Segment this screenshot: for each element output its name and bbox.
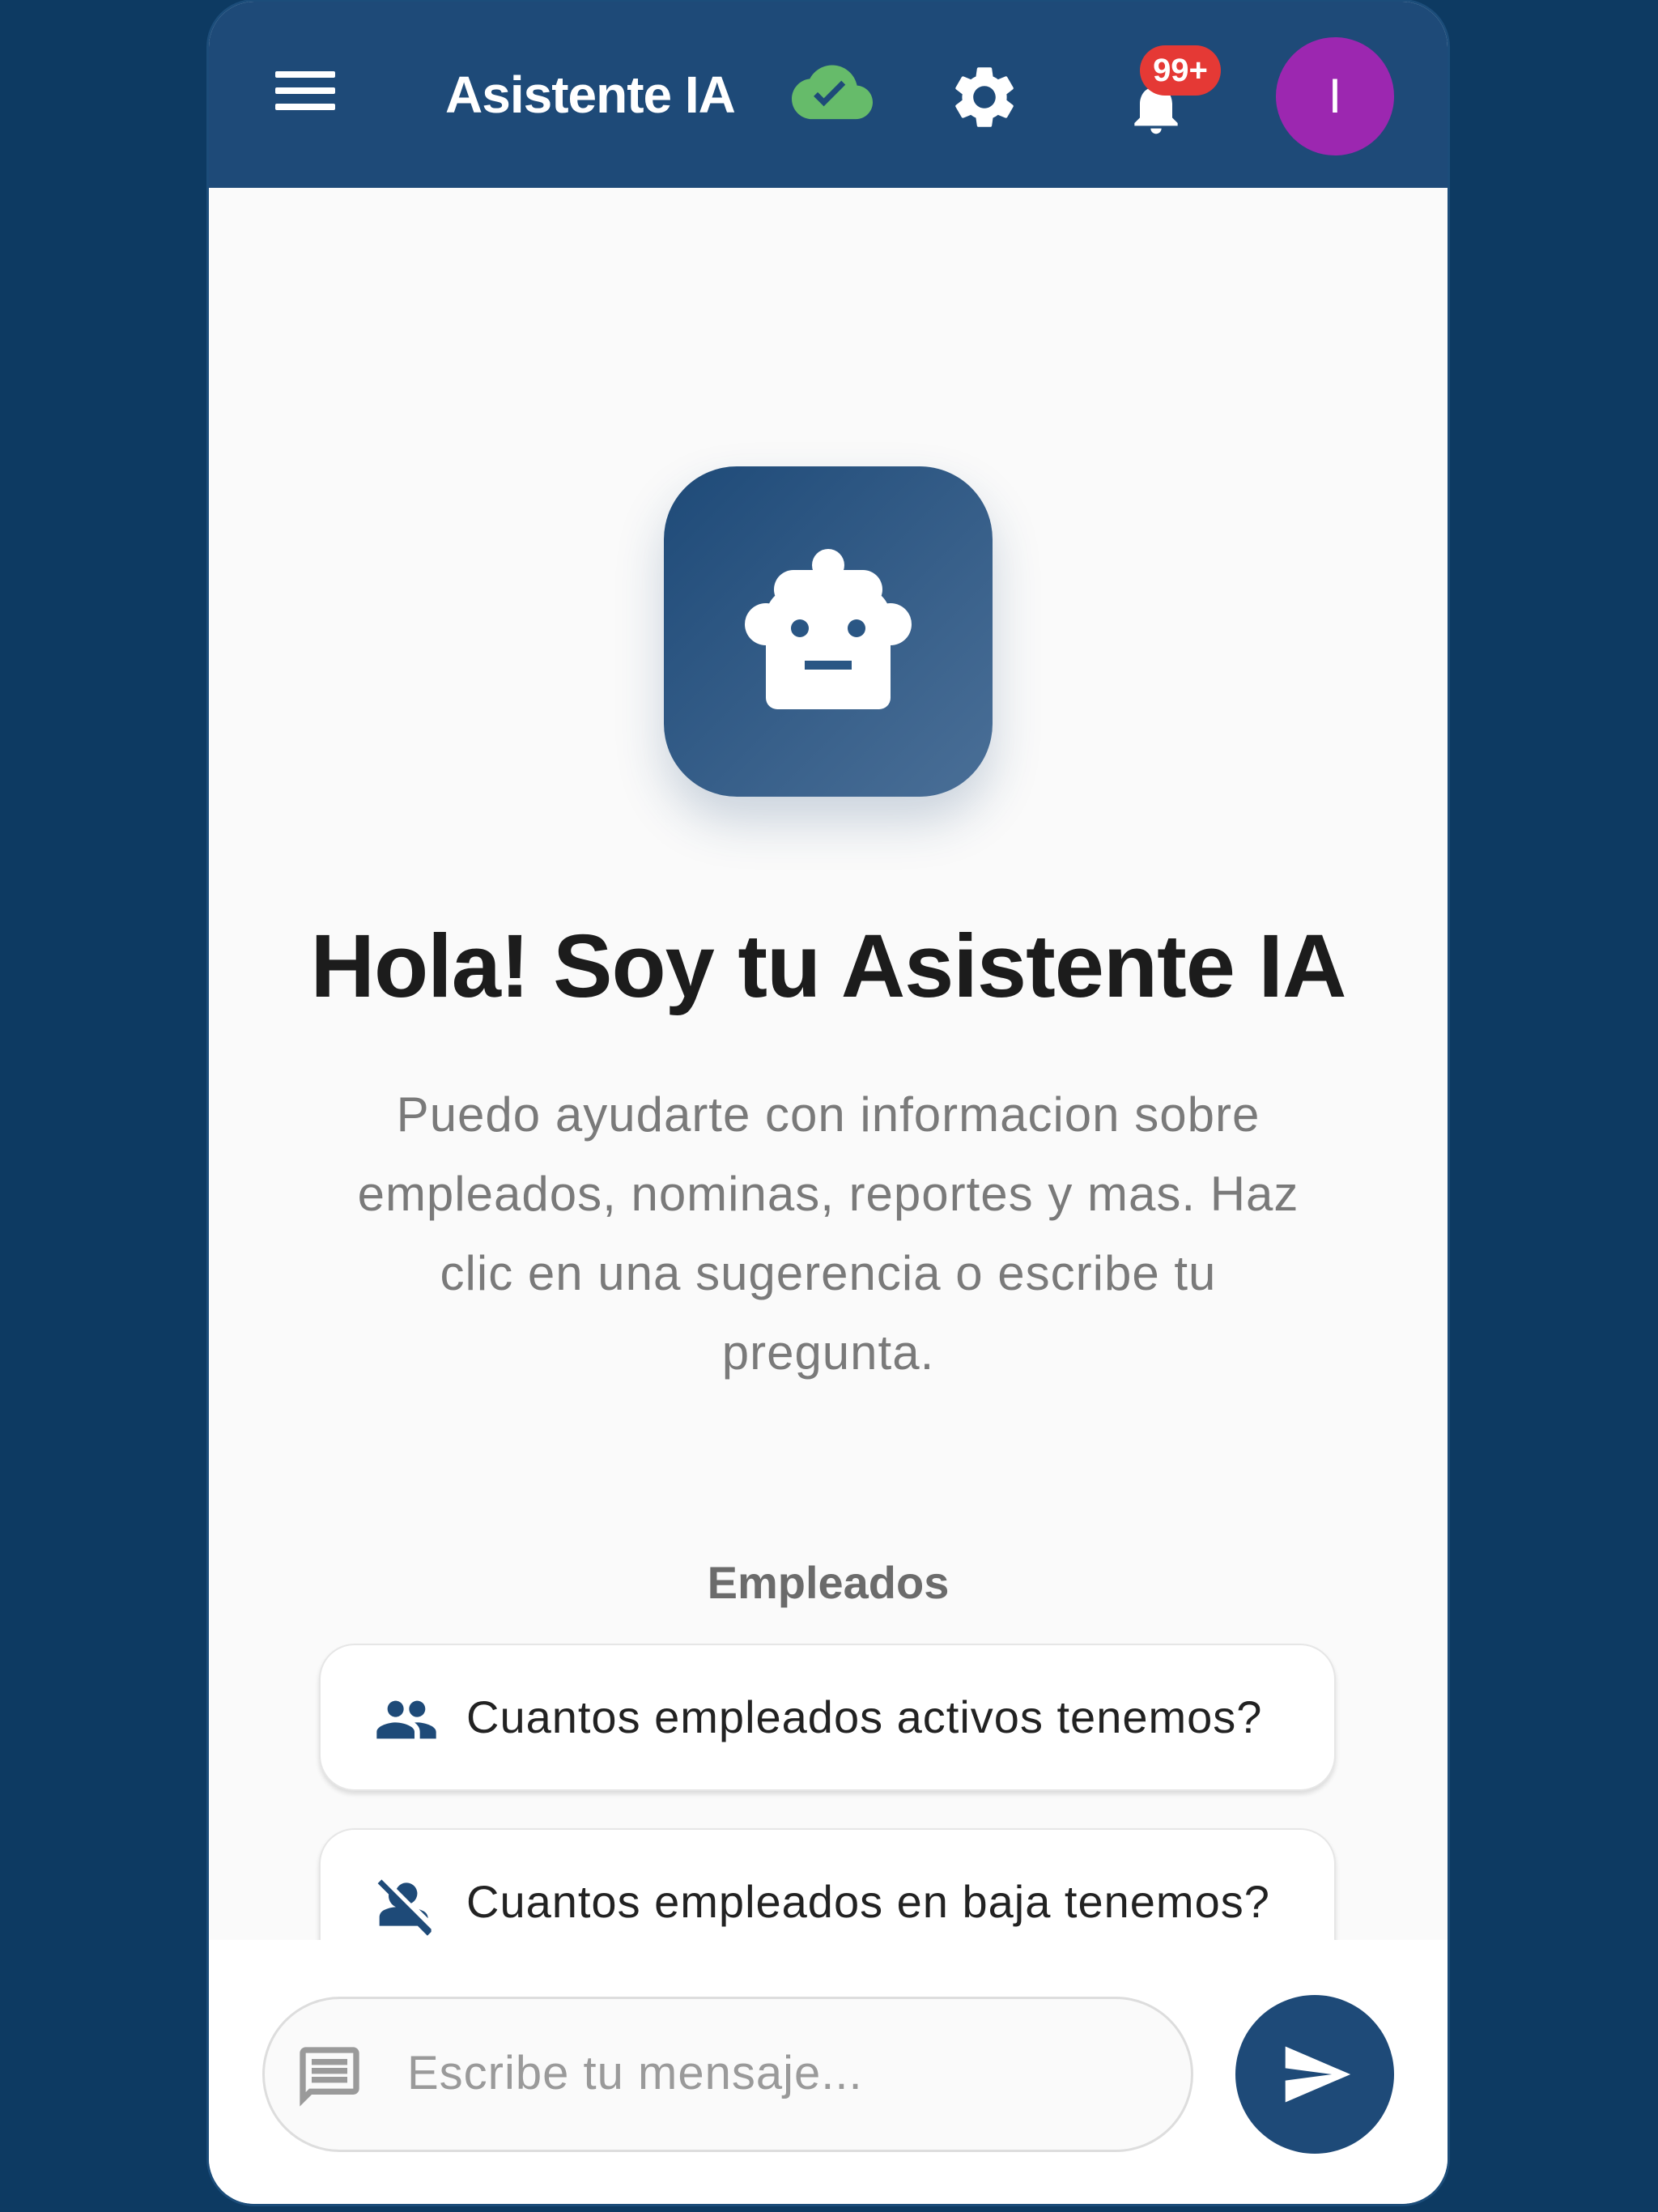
avatar[interactable]: I (1276, 37, 1394, 155)
assistant-logo (664, 466, 993, 797)
message-composer: Escribe tu mensaje... (209, 1940, 1448, 2204)
welcome-title: Hola! Soy tu Asistente IA (310, 917, 1347, 1016)
people-icon (376, 1700, 436, 1739)
app-bar: Asistente IA 99+ I (209, 2, 1448, 188)
gear-icon[interactable] (947, 60, 1022, 134)
robot-icon (745, 549, 912, 709)
menu-icon-line (275, 71, 335, 78)
app-title: Asistente IA (445, 66, 736, 124)
cloud-done-icon[interactable] (792, 65, 873, 126)
menu-icon-line (275, 104, 335, 110)
menu-button[interactable] (267, 66, 348, 131)
suggestion-chip[interactable]: Cuantos empleados activos tenemos? (319, 1644, 1336, 1791)
message-input[interactable]: Escribe tu mensaje... (262, 1997, 1193, 2152)
notification-badge: 99+ (1140, 45, 1221, 96)
send-icon (1285, 2046, 1351, 2103)
chat-icon (300, 2047, 359, 2107)
person-off-icon (377, 1879, 432, 1936)
suggestion-section-title: Empleados (707, 1557, 950, 1608)
message-placeholder: Escribe tu mensaje... (407, 2047, 863, 2099)
welcome-subtitle: Puedo ayudarte con informacion sobre emp… (357, 1087, 1299, 1380)
notifications-button[interactable]: 99+ (1107, 42, 1221, 139)
send-button[interactable] (1235, 1995, 1394, 2154)
suggestion-label: Cuantos empleados activos tenemos? (466, 1691, 1263, 1742)
menu-icon-line (275, 87, 335, 94)
suggestion-label: Cuantos empleados en baja tenemos? (466, 1876, 1270, 1927)
app-window: Asistente IA 99+ I Hola! Soy tu Asistent… (209, 2, 1448, 2204)
